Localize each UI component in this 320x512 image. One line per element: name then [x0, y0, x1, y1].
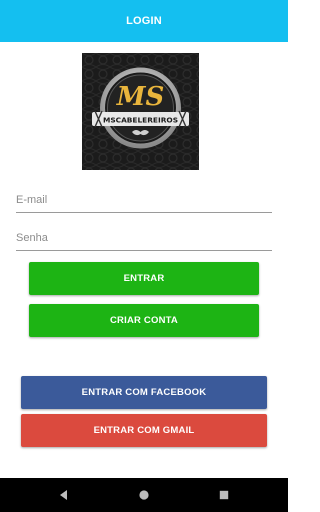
password-field[interactable] [16, 228, 272, 251]
system-navigation-bar [0, 478, 288, 512]
logo-monogram: MS [116, 82, 165, 112]
home-button[interactable] [124, 478, 164, 512]
app-bar: LOGIN [0, 0, 288, 42]
facebook-login-button[interactable]: ENTRAR COM FACEBOOK [21, 376, 267, 409]
barber-logo: MS MSCABELEREIROS [82, 53, 199, 170]
create-account-button[interactable]: CRIAR CONTA [29, 304, 259, 337]
back-button[interactable] [44, 478, 84, 512]
recents-icon [219, 490, 229, 500]
recents-button[interactable] [204, 478, 244, 512]
email-field[interactable] [16, 190, 272, 213]
enter-button[interactable]: ENTRAR [29, 262, 259, 295]
gmail-login-button[interactable]: ENTRAR COM GMAIL [21, 414, 267, 447]
logo-wordmark: MSCABELEREIROS [103, 116, 178, 125]
page-title: LOGIN [126, 15, 162, 27]
home-icon [139, 490, 149, 500]
back-icon [60, 490, 67, 500]
